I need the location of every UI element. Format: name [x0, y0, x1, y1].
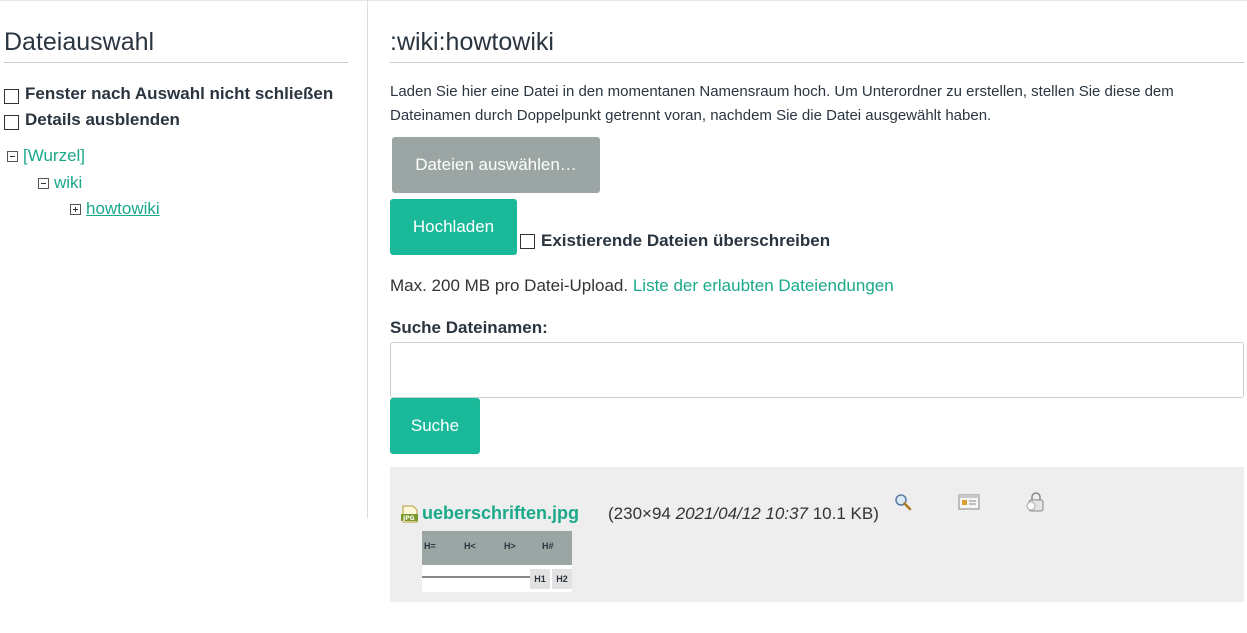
magnifier-icon[interactable] — [892, 491, 914, 513]
details-icon[interactable] — [958, 491, 980, 513]
upload-button[interactable]: Hochladen — [390, 199, 517, 255]
thumb-toolbar: H= H< H> H# — [422, 531, 572, 565]
file-selection-panel: Dateiauswahl Fenster nach Auswahl nicht … — [0, 0, 368, 518]
namespace-title: :wiki:howtowiki — [390, 28, 1244, 63]
panel-title: Dateiauswahl — [4, 28, 348, 63]
thumb-label: H< — [464, 541, 476, 551]
overwrite-checkbox[interactable] — [520, 233, 535, 249]
thumb-label: H# — [542, 541, 554, 551]
thumb-label: H> — [504, 541, 516, 551]
hide-details-option[interactable]: Details ausblenden — [4, 110, 180, 130]
expand-icon[interactable] — [70, 203, 81, 215]
collapse-icon[interactable] — [38, 177, 49, 189]
collapse-icon[interactable] — [7, 150, 18, 162]
delete-lock-icon[interactable] — [1024, 491, 1046, 513]
file-date: 2021/04/12 10:37 — [675, 504, 808, 523]
upload-limit-text: Max. 200 MB pro Datei-Upload. Liste der … — [390, 276, 894, 296]
thumb-line — [422, 576, 532, 578]
search-label: Suche Dateinamen: — [390, 318, 548, 337]
keep-window-open-label: Fenster nach Auswahl nicht schließen — [25, 84, 334, 103]
hide-details-checkbox[interactable] — [4, 114, 19, 130]
file-thumbnail[interactable]: H= H< H> H# H1 H2 — [422, 531, 572, 592]
overwrite-label: Existierende Dateien überschreiben — [541, 231, 831, 250]
file-meta: (230×94 2021/04/12 10:37 10.1 KB) — [608, 504, 879, 524]
keep-window-open-checkbox[interactable] — [4, 88, 19, 104]
search-input[interactable] — [390, 342, 1244, 398]
thumb-box: H1 — [530, 569, 550, 589]
file-dimensions: (230×94 — [608, 504, 671, 523]
max-size-text: Max. 200 MB pro Datei-Upload. — [390, 276, 629, 295]
tree-link-root[interactable]: [Wurzel] — [23, 146, 85, 166]
overwrite-option[interactable]: Existierende Dateien überschreiben — [520, 231, 830, 251]
tree-link-howtowiki[interactable]: howtowiki — [86, 199, 160, 219]
tree-node-howtowiki: howtowiki — [70, 199, 160, 219]
file-result-row: JPG ueberschriften.jpg (230×94 2021/04/1… — [390, 467, 1244, 602]
file-size: 10.1 KB) — [812, 504, 879, 523]
upload-intro-text: Laden Sie hier eine Datei in den momenta… — [390, 83, 1174, 124]
file-name-link[interactable]: ueberschriften.jpg — [422, 503, 579, 524]
allowed-extensions-link[interactable]: Liste der erlaubten Dateiendungen — [633, 276, 894, 295]
choose-files-button[interactable]: Dateien auswählen… — [392, 137, 600, 193]
svg-text:JPG: JPG — [402, 515, 415, 522]
thumb-box: H2 — [552, 569, 572, 589]
thumb-label: H= — [424, 541, 436, 551]
tree-link-wiki[interactable]: wiki — [54, 173, 82, 193]
tree-node-root: [Wurzel] — [7, 146, 85, 166]
hide-details-label: Details ausblenden — [25, 110, 180, 129]
tree-node-wiki: wiki — [38, 173, 82, 193]
jpg-file-icon: JPG — [401, 505, 418, 523]
keep-window-open-option[interactable]: Fenster nach Auswahl nicht schließen — [4, 84, 333, 104]
search-button[interactable]: Suche — [390, 398, 480, 454]
